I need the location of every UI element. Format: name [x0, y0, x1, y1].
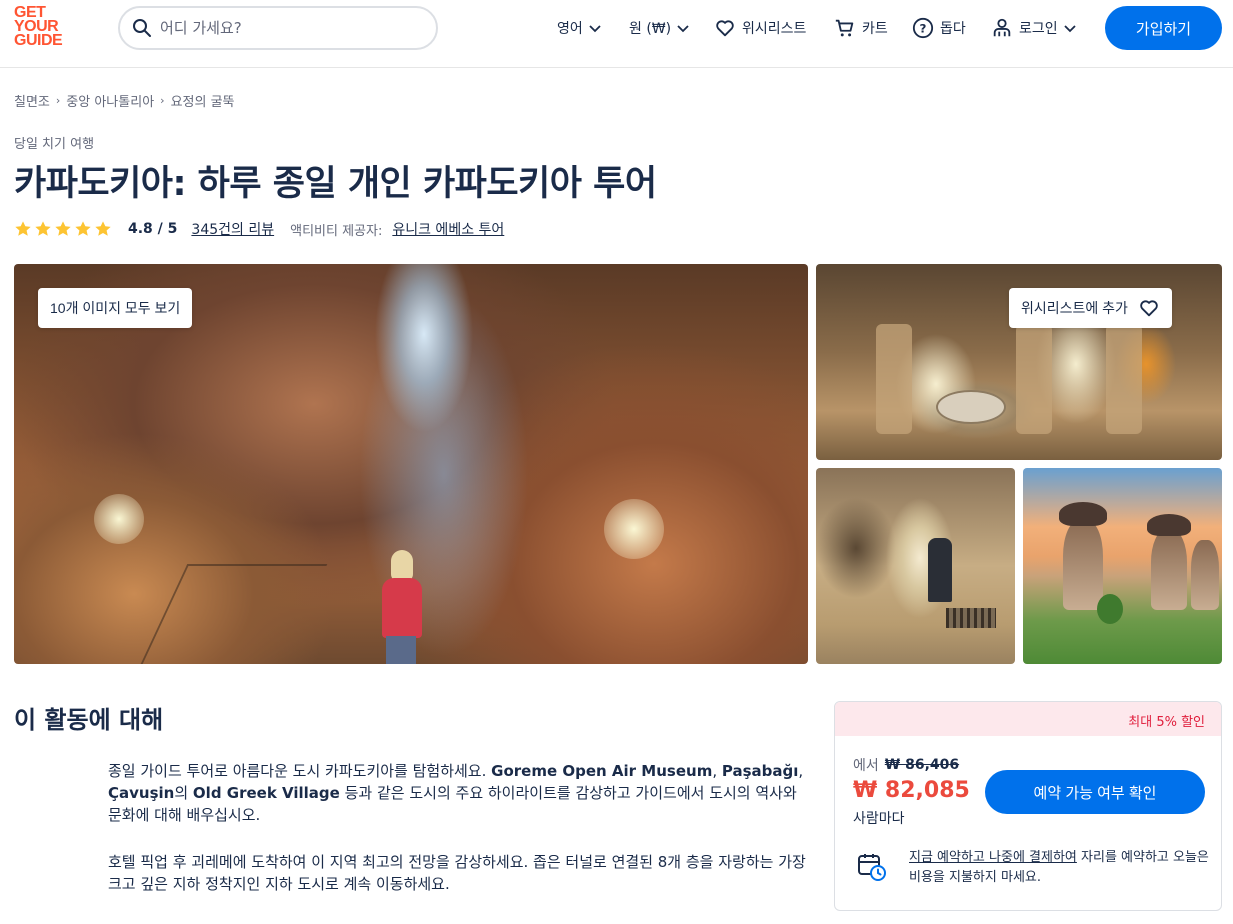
chevron-right-icon: ›: [55, 94, 61, 107]
chevron-down-icon: [1064, 25, 1076, 33]
about-text: ,: [712, 762, 722, 780]
nav-cart[interactable]: 카트: [834, 16, 888, 40]
from-price-line: 에서 ₩ 86,406: [853, 755, 959, 775]
language-selector[interactable]: 영어: [557, 16, 603, 40]
highlight-cavusin: Çavuşin: [108, 784, 175, 802]
wishlist-label: 위시리스트: [742, 21, 807, 37]
logo-line-3: GUIDE: [14, 32, 63, 49]
cart-icon: [835, 19, 854, 37]
millstone: [936, 390, 1006, 424]
lamp-glow: [604, 499, 664, 559]
fairy-chimney-rock: [1151, 530, 1187, 610]
highlight-goreme: Goreme Open Air Museum: [491, 762, 713, 780]
about-paragraph-2: 호텔 픽업 후 괴레메에 도착하여 이 지역 최고의 전망을 감상하세요. 좁은…: [108, 853, 806, 893]
currency-label: 원 (₩): [629, 21, 672, 37]
nav-help[interactable]: ? 돕다: [912, 16, 966, 40]
visitor-figure: [378, 550, 424, 664]
star-icon: [95, 221, 111, 236]
about-heading: 이 활동에 대해: [14, 706, 164, 734]
per-person-label: 사람마다: [853, 811, 905, 827]
photo-fairy-chimneys[interactable]: [1023, 468, 1222, 664]
fairy-chimney-cap: [1147, 514, 1191, 536]
star-icon: [15, 221, 31, 236]
activity-category: 당일 치기 여행: [14, 137, 95, 152]
photo-tunnel-visitor[interactable]: [816, 468, 1015, 664]
search-box[interactable]: [118, 6, 438, 50]
rock-pillar: [876, 324, 912, 434]
visitor-figure: [928, 538, 952, 602]
heart-icon: [1140, 300, 1158, 317]
star-icon: [75, 221, 91, 236]
fairy-chimney-rock: [1191, 540, 1219, 610]
help-icon: ?: [912, 17, 934, 39]
discount-banner: 최대 5% 할인: [835, 702, 1221, 736]
rock-pillar: [1106, 324, 1142, 434]
add-to-wishlist-label: 위시리스트에 추가: [1021, 300, 1128, 316]
check-availability-button[interactable]: 예약 가능 여부 확인: [985, 770, 1205, 814]
calendar-clock-icon: [858, 854, 886, 881]
rating-row: 4.8 / 5 345건의 리뷰 액티비티 제공자: 유니크 에베소 투어: [14, 218, 504, 240]
rock-pillar: [1016, 324, 1052, 434]
breadcrumb-item[interactable]: 요정의 굴뚝: [171, 91, 235, 110]
reserve-now-pay-later-text: 지금 예약하고 나중에 결제하여 자리를 예약하고 오늘은 비용을 지불하지 마…: [909, 848, 1209, 888]
highlight-old-greek-village: Old Greek Village: [192, 784, 340, 802]
provider-label: 액티비티 제공자:: [290, 223, 383, 239]
add-to-wishlist-button[interactable]: 위시리스트에 추가: [1009, 288, 1172, 328]
search-input[interactable]: [160, 16, 420, 40]
chevron-down-icon: [589, 25, 601, 33]
star-icon: [55, 221, 71, 236]
login-label: 로그인: [1019, 21, 1058, 37]
currency-selector[interactable]: 원 (₩): [629, 16, 691, 40]
user-icon: [993, 18, 1011, 37]
about-text: ,: [798, 762, 804, 780]
nav-login[interactable]: 로그인: [991, 16, 1078, 40]
fairy-chimney-rock: [1063, 520, 1103, 610]
search-icon: [133, 19, 151, 37]
about-text: 종일 가이드 투어로 아름다운 도시 카파도키아를 탐험하세요.: [108, 762, 492, 780]
cart-label: 카트: [862, 21, 888, 37]
breadcrumb: 칠면조 › 중앙 아나톨리아 › 요정의 굴뚝: [14, 91, 235, 110]
breadcrumb-item[interactable]: 중앙 아나톨리아: [66, 91, 154, 110]
heart-icon: [716, 20, 734, 37]
highlight-pasabagi: Paşabağı: [721, 762, 799, 780]
current-price: ₩ 82,085: [853, 778, 970, 803]
help-label: 돕다: [940, 21, 966, 37]
signup-button[interactable]: 가입하기: [1105, 6, 1222, 50]
view-all-images-button[interactable]: 10개 이미지 모두 보기: [38, 288, 193, 328]
svg-text:?: ?: [920, 22, 927, 36]
star-icon: [35, 221, 51, 236]
nav-wishlist[interactable]: 위시리스트: [714, 16, 806, 40]
star-rating: [14, 220, 114, 238]
from-label: 에서: [853, 758, 879, 774]
tree: [1097, 594, 1123, 624]
floor-grate: [946, 608, 996, 628]
fairy-chimney-cap: [1059, 502, 1107, 526]
reserve-now-pay-later-link[interactable]: 지금 예약하고 나중에 결제하여: [909, 850, 1077, 865]
getyourguide-logo[interactable]: GET YOUR GUIDE: [14, 5, 74, 54]
chevron-right-icon: ›: [160, 94, 165, 107]
reviews-link[interactable]: 345건의 리뷰: [191, 219, 274, 239]
provider-link[interactable]: 유니크 에베소 투어: [392, 219, 504, 239]
breadcrumb-item[interactable]: 칠면조: [14, 91, 50, 110]
lamp-glow: [94, 494, 144, 544]
page-title: 카파도키아: 하루 종일 개인 카파도키아 투어: [14, 164, 657, 204]
about-text: 의: [174, 784, 193, 802]
rating-value: 4.8 / 5: [128, 221, 178, 237]
discount-text: 최대 5% 할인: [1128, 715, 1205, 730]
about-paragraph-1: 종일 가이드 투어로 아름다운 도시 카파도키아를 탐험하세요. Goreme …: [108, 760, 808, 826]
stair-railing: [140, 564, 328, 664]
booking-card: 최대 5% 할인 에서 ₩ 86,406 ₩ 82,085 사람마다 예약 가능…: [834, 701, 1222, 911]
site-header: GET YOUR GUIDE 영어 원 (₩) 위시리스트: [0, 0, 1233, 68]
language-label: 영어: [557, 21, 583, 37]
chevron-down-icon: [677, 25, 689, 33]
original-price: ₩ 86,406: [884, 757, 960, 773]
